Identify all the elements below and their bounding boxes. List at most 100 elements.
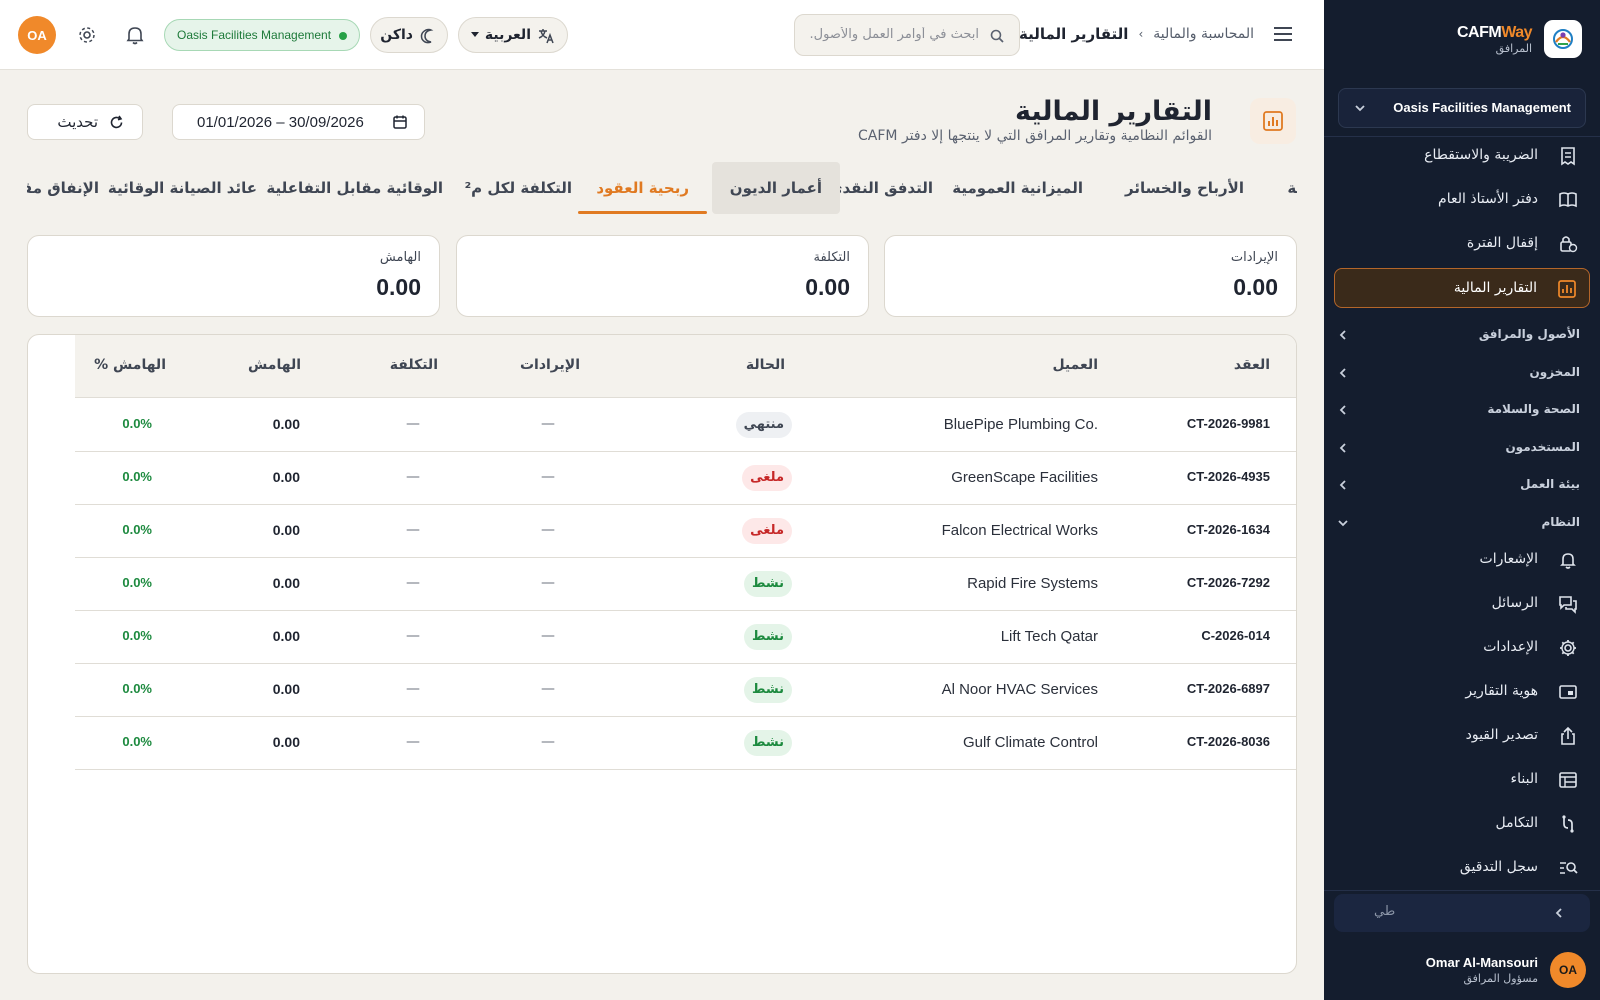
brand: CAFMWay المرافق — [1324, 0, 1600, 80]
sidebar-item-general-ledger[interactable]: دفتر الأستاذ العام — [1342, 182, 1582, 218]
page-subtitle: القوائم النظامية وتقارير المرافق التي لا… — [858, 128, 1212, 144]
column-header-margin[interactable]: الهامش — [248, 357, 301, 373]
margin-percent-value: 0.0% — [122, 681, 152, 696]
sidebar-group-inventory[interactable]: المخزون — [1336, 360, 1582, 386]
table-row[interactable]: CT-2026-9981 BluePipe Plumbing Co. منتهي — —… — [75, 399, 1296, 452]
client-name: Al Noor HVAC Services — [941, 681, 1098, 698]
search-icon — [990, 29, 1004, 43]
kpi-card-revenue: الإيرادات 0.00 — [884, 235, 1297, 317]
client-name: Lift Tech Qatar — [1000, 628, 1098, 645]
cost-value: — — [406, 522, 420, 538]
tab-aging[interactable]: أعمار الديون — [711, 162, 840, 214]
tab-trial-balance[interactable]: ميزان المراجعة — [1269, 162, 1297, 214]
table-row[interactable]: CT-2026-1634 Falcon Electrical Works ملغى —… — [75, 505, 1296, 558]
organization-status-badge[interactable]: Oasis Facilities Management — [164, 19, 360, 51]
contract-code: CT-2026-6897 — [1186, 681, 1270, 696]
revenue-value: — — [541, 734, 555, 750]
tab-profit-loss[interactable]: الأرباح والخسائر — [1107, 162, 1262, 214]
table-row[interactable]: C-2026-014 Lift Tech Qatar نشط — — 0.00 0.0% — [75, 611, 1296, 664]
status-badge: نشط — [743, 730, 792, 756]
sidebar-group-assets[interactable]: الأصول والمرافق — [1336, 322, 1582, 348]
margin-value: 0.00 — [272, 681, 300, 697]
sidebar-item-financial-reports[interactable]: التقارير المالية — [1334, 268, 1590, 308]
sidebar-item-notifications[interactable]: الإشعارات — [1342, 542, 1582, 578]
sidebar-item-label: البناء — [1510, 771, 1538, 787]
sidebar-item-report-branding[interactable]: هوية التقارير — [1342, 674, 1582, 710]
cost-value: — — [406, 416, 420, 432]
sidebar-item-messages[interactable]: الرسائل — [1342, 586, 1582, 622]
margin-value: 0.00 — [272, 469, 300, 485]
refresh-icon — [110, 115, 123, 129]
table-row[interactable]: CT-2026-7292 Rapid Fire Systems نشط — — 0.00 0… — [75, 558, 1296, 611]
chevron-left-icon — [1339, 330, 1346, 340]
sidebar-item-settings[interactable]: الإعدادات — [1342, 630, 1582, 666]
sidebar: CAFMWay المرافق Oasis Facilities Managem… — [1324, 0, 1600, 1000]
menu-icon[interactable] — [1272, 24, 1294, 44]
sidebar-group-system[interactable]: النظام — [1336, 510, 1582, 536]
sidebar-item-label: الضريبة والاستقطاع — [1424, 147, 1538, 163]
brand-logo[interactable] — [1544, 20, 1582, 58]
report-tabs: ميزان المراجعة الأرباح والخسائر الميزاني… — [27, 160, 1297, 220]
table-row[interactable]: CT-2026-8036 Gulf Climate Control نشط — — 0.0… — [75, 717, 1296, 770]
breadcrumb: المحاسبة والمالية › التقارير المالية — [1019, 25, 1254, 43]
sidebar-group-health-safety[interactable]: الصحة والسلامة — [1336, 397, 1582, 423]
revenue-value: — — [541, 522, 555, 538]
search-placeholder: ابحث في أوامر العمل والأصول... — [809, 27, 979, 42]
breadcrumb-parent[interactable]: المحاسبة والمالية — [1153, 26, 1254, 42]
user-role: مسؤول المرافق — [1463, 972, 1538, 985]
sidebar-item-label: هوية التقارير — [1465, 683, 1538, 699]
column-header-cost[interactable]: التكلفة — [390, 357, 438, 373]
column-header-revenue[interactable]: الإيرادات — [520, 357, 580, 373]
tab-pm-roi[interactable]: عائد الصيانة الوقائية — [90, 162, 275, 214]
tab-preventive-vs-reactive[interactable]: الوقائية مقابل التفاعلية — [248, 162, 461, 214]
column-header-client[interactable]: العميل — [1052, 357, 1098, 373]
table-header: العقد العميل الحالة الإيرادات التكلفة ال… — [75, 335, 1296, 398]
sidebar-item-builder[interactable]: البناء — [1342, 762, 1582, 798]
sidebar-group-workplace[interactable]: بيئة العمل — [1336, 472, 1582, 498]
margin-value: 0.00 — [272, 628, 300, 644]
export-icon — [1561, 726, 1575, 745]
organization-select[interactable]: Oasis Facilities Management — [1338, 88, 1586, 128]
status-dot — [339, 32, 347, 40]
revenue-value: — — [541, 469, 555, 485]
theme-toggle[interactable]: داكن — [370, 17, 448, 53]
margin-value: 0.00 — [272, 416, 300, 432]
column-header-margin-percent[interactable]: الهامش % — [94, 357, 166, 373]
language-select[interactable]: العربية — [458, 17, 568, 53]
sidebar-item-audit-log[interactable]: سجل التدقيق — [1342, 850, 1582, 886]
refresh-button[interactable]: تحديث — [27, 104, 143, 140]
revenue-value: — — [541, 681, 555, 697]
user-profile[interactable]: OA Omar Al-Mansouri مسؤول المرافق — [1324, 940, 1600, 1000]
sidebar-item-period-close[interactable]: إقفال الفترة — [1342, 226, 1582, 262]
tab-cost-per-sqm[interactable]: التكلفة لكل م² — [447, 162, 590, 214]
avatar: OA — [1550, 952, 1586, 988]
status-badge: نشط — [743, 677, 792, 703]
cost-value: — — [406, 575, 420, 591]
table-row[interactable]: CT-2026-4935 GreenScape Facilities ملغى — — 0… — [75, 452, 1296, 505]
tab-spend-vs-budget[interactable]: الإنفاق مقابل الميزانية — [27, 162, 117, 214]
integration-icon — [1562, 815, 1574, 833]
sidebar-item-journal-export[interactable]: تصدير القيود — [1342, 718, 1582, 754]
status-badge: نشط — [743, 571, 792, 597]
avatar[interactable]: OA — [18, 16, 56, 54]
gear-icon[interactable] — [76, 24, 98, 46]
sidebar-item-integration[interactable]: التكامل — [1342, 806, 1582, 842]
sidebar-group-users[interactable]: المستخدمون — [1336, 435, 1582, 461]
sidebar-group-label: المستخدمون — [1505, 440, 1580, 454]
status-badge: نشط — [743, 624, 792, 650]
tab-contract-profitability[interactable]: ربحية العقود — [578, 162, 707, 214]
tab-balance-sheet[interactable]: الميزانية العمومية — [934, 162, 1101, 214]
receipt-icon — [1561, 147, 1575, 166]
date-range-picker[interactable]: 01/01/2026 – 30/09/2026 — [172, 104, 425, 140]
column-header-status[interactable]: الحالة — [746, 357, 785, 373]
sidebar-group-label: الأصول والمرافق — [1478, 327, 1580, 341]
page-icon — [1250, 98, 1296, 144]
bell-icon[interactable] — [124, 24, 146, 46]
sidebar-collapse-button[interactable]: طي — [1334, 894, 1590, 932]
sidebar-item-label: الإعدادات — [1483, 639, 1538, 655]
search-input[interactable]: ابحث في أوامر العمل والأصول... — [794, 14, 1020, 56]
sidebar-item-tax[interactable]: الضريبة والاستقطاع — [1342, 138, 1582, 174]
kpi-value: 0.00 — [805, 274, 850, 300]
table-row[interactable]: CT-2026-6897 Al Noor HVAC Services نشط — — 0.… — [75, 664, 1296, 717]
column-header-contract[interactable]: العقد — [1234, 357, 1270, 373]
